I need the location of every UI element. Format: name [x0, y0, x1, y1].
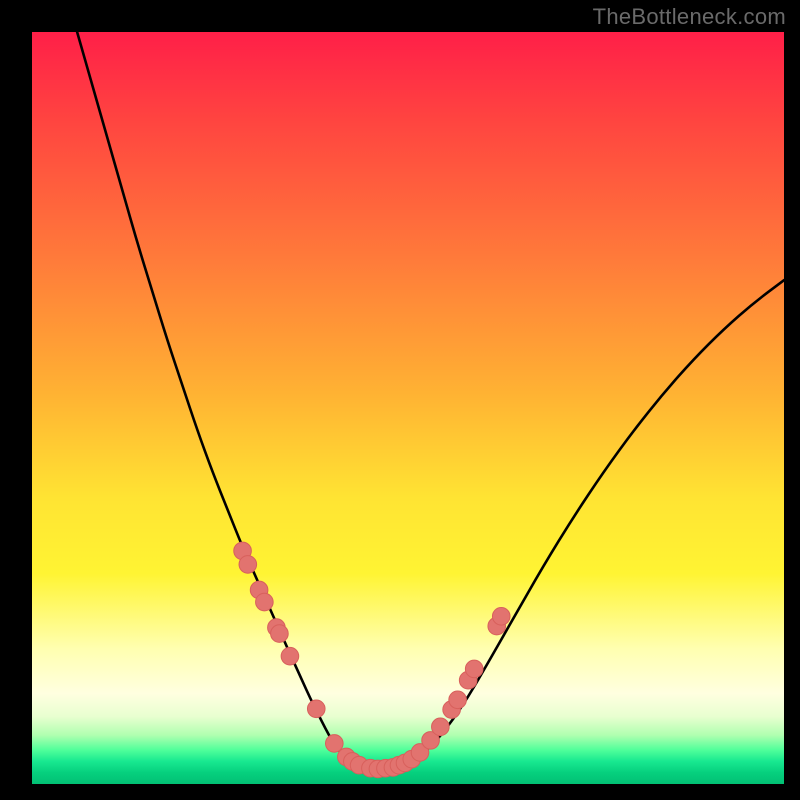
data-marker: [307, 700, 325, 718]
data-marker: [271, 625, 289, 643]
data-marker: [256, 593, 274, 611]
data-marker: [326, 735, 344, 753]
data-marker: [465, 660, 483, 678]
data-marker: [449, 691, 467, 709]
bottleneck-curve-path: [77, 32, 784, 769]
plot-area: [32, 32, 784, 784]
chart-frame: TheBottleneck.com: [0, 0, 800, 800]
curve-svg: [32, 32, 784, 784]
data-marker: [239, 556, 257, 574]
data-marker: [281, 647, 299, 665]
data-marker: [432, 718, 450, 736]
data-markers: [234, 542, 510, 778]
watermark-text: TheBottleneck.com: [593, 4, 786, 30]
data-marker: [492, 608, 510, 626]
